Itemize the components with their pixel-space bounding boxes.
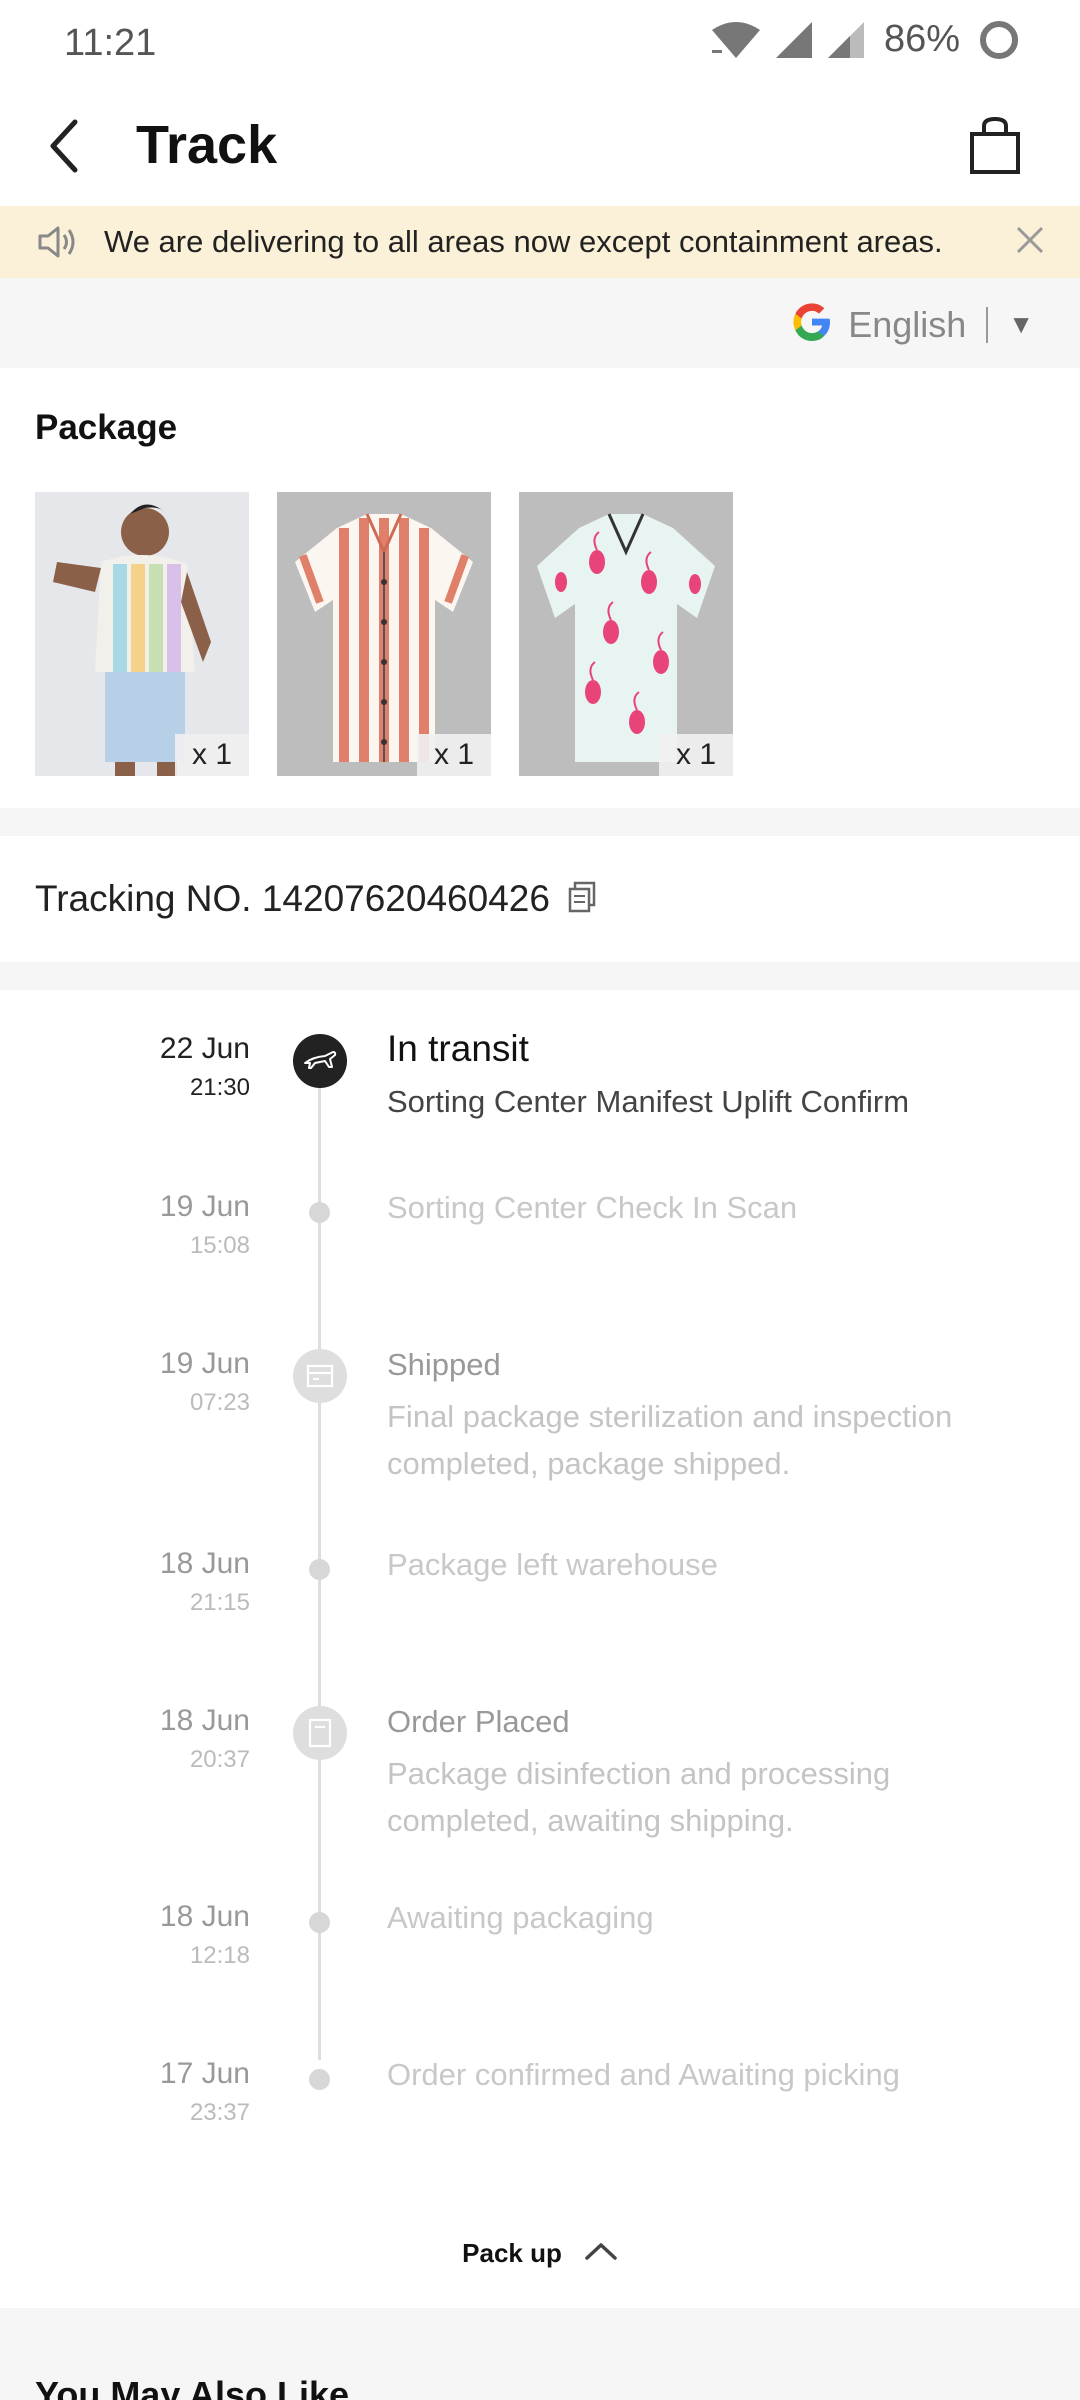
item-quantity: x 1 (175, 734, 249, 776)
event-description: Final package sterilization and inspecti… (387, 1399, 953, 1481)
event-date: 19 Jun (159, 1347, 250, 1380)
product-thumbnail[interactable]: x 1 (277, 492, 491, 776)
item-quantity: x 1 (417, 734, 491, 776)
battery-percent: 86% (883, 18, 960, 60)
event-description: Order confirmed and Awaiting picking (387, 2057, 900, 2092)
event-title: Order Placed (387, 1704, 570, 1739)
event-description: Sorting Center Check In Scan (387, 1190, 798, 1225)
event-date: 17 Jun (159, 2057, 250, 2090)
package-box-icon (293, 1349, 347, 1403)
chevron-left-icon (45, 118, 85, 179)
timeline-dot (309, 2069, 330, 2090)
close-icon (1015, 225, 1045, 260)
product-thumbnail[interactable]: x 1 (35, 492, 249, 776)
document-icon (293, 1706, 347, 1760)
notice-close-button[interactable] (1000, 212, 1060, 272)
signal-weak-icon (826, 20, 866, 60)
status-time: 11:21 (64, 22, 157, 64)
item-quantity: x 1 (659, 734, 733, 776)
timeline-dot (309, 1912, 330, 1933)
event-time: 21:30 (189, 1074, 250, 1101)
event-date: 18 Jun (159, 1547, 250, 1580)
language-selector[interactable]: English ▼ (790, 300, 1034, 349)
event-time: 15:08 (189, 1232, 250, 1259)
pack-up-button[interactable]: Pack up (0, 2218, 1080, 2288)
signal-icon (774, 20, 814, 60)
event-date: 19 Jun (159, 1190, 250, 1223)
status-bar: 11:21 86% (0, 0, 1080, 90)
copy-button[interactable] (562, 879, 602, 919)
language-divider (986, 306, 989, 343)
event-description: Package left warehouse (387, 1547, 718, 1582)
section-divider (0, 962, 1080, 990)
timeline-dot (309, 1559, 330, 1580)
chevron-up-icon (584, 2241, 618, 2266)
pack-up-label: Pack up (462, 2237, 562, 2268)
event-date: 18 Jun (159, 1900, 250, 1933)
wifi-icon (710, 20, 762, 60)
caret-down-icon: ▼ (1008, 309, 1034, 339)
app-bar: Track (0, 90, 1080, 206)
timeline-dot (309, 1202, 330, 1223)
package-title: Package (35, 408, 178, 447)
notice-banner: We are delivering to all areas now excep… (0, 206, 1080, 278)
event-description: Awaiting packaging (387, 1900, 654, 1935)
event-time: 21:15 (189, 1589, 250, 1616)
recommendations-title: You May Also Like (35, 2374, 350, 2400)
airplane-icon (293, 1034, 347, 1088)
event-title: In transit (387, 1028, 529, 1069)
event-description: Package disinfection and processing comp… (387, 1756, 891, 1838)
event-date: 18 Jun (159, 1704, 250, 1737)
event-time: 07:23 (189, 1389, 250, 1416)
event-time: 23:37 (189, 2099, 250, 2126)
google-logo (790, 300, 834, 349)
language-label: English (848, 303, 967, 345)
shopping-bag-icon (968, 116, 1022, 181)
event-time: 12:18 (189, 1942, 250, 1969)
notice-text: We are delivering to all areas now excep… (104, 224, 943, 259)
speaker-icon (36, 220, 80, 264)
event-title: Shipped (387, 1347, 501, 1382)
tracking-section: Tracking NO. 14207620460426 (0, 836, 1080, 962)
recommendations-section: You May Also Like (0, 2308, 1080, 2400)
status-icons: 86% (710, 18, 1020, 61)
tracking-number: Tracking NO. 14207620460426 (35, 878, 550, 919)
event-description: Sorting Center Manifest Uplift Confirm (387, 1084, 910, 1119)
event-time: 20:37 (189, 1746, 250, 1773)
tracking-timeline: 22 Jun 21:30 In transit Sorting Center M… (0, 990, 1080, 2310)
shopping-bag-button[interactable] (960, 108, 1030, 188)
package-section: Package x 1 x 1 x 1 (0, 368, 1080, 808)
battery-ring-icon (978, 19, 1020, 61)
product-thumbnail[interactable]: x 1 (519, 492, 733, 776)
translate-bar: English ▼ (0, 278, 1080, 368)
package-thumbnails: x 1 x 1 x 1 (35, 492, 733, 776)
page-title: Track (136, 115, 278, 175)
event-date: 22 Jun (159, 1032, 250, 1065)
copy-icon (567, 881, 597, 918)
section-divider (0, 808, 1080, 836)
back-button[interactable] (30, 110, 100, 186)
